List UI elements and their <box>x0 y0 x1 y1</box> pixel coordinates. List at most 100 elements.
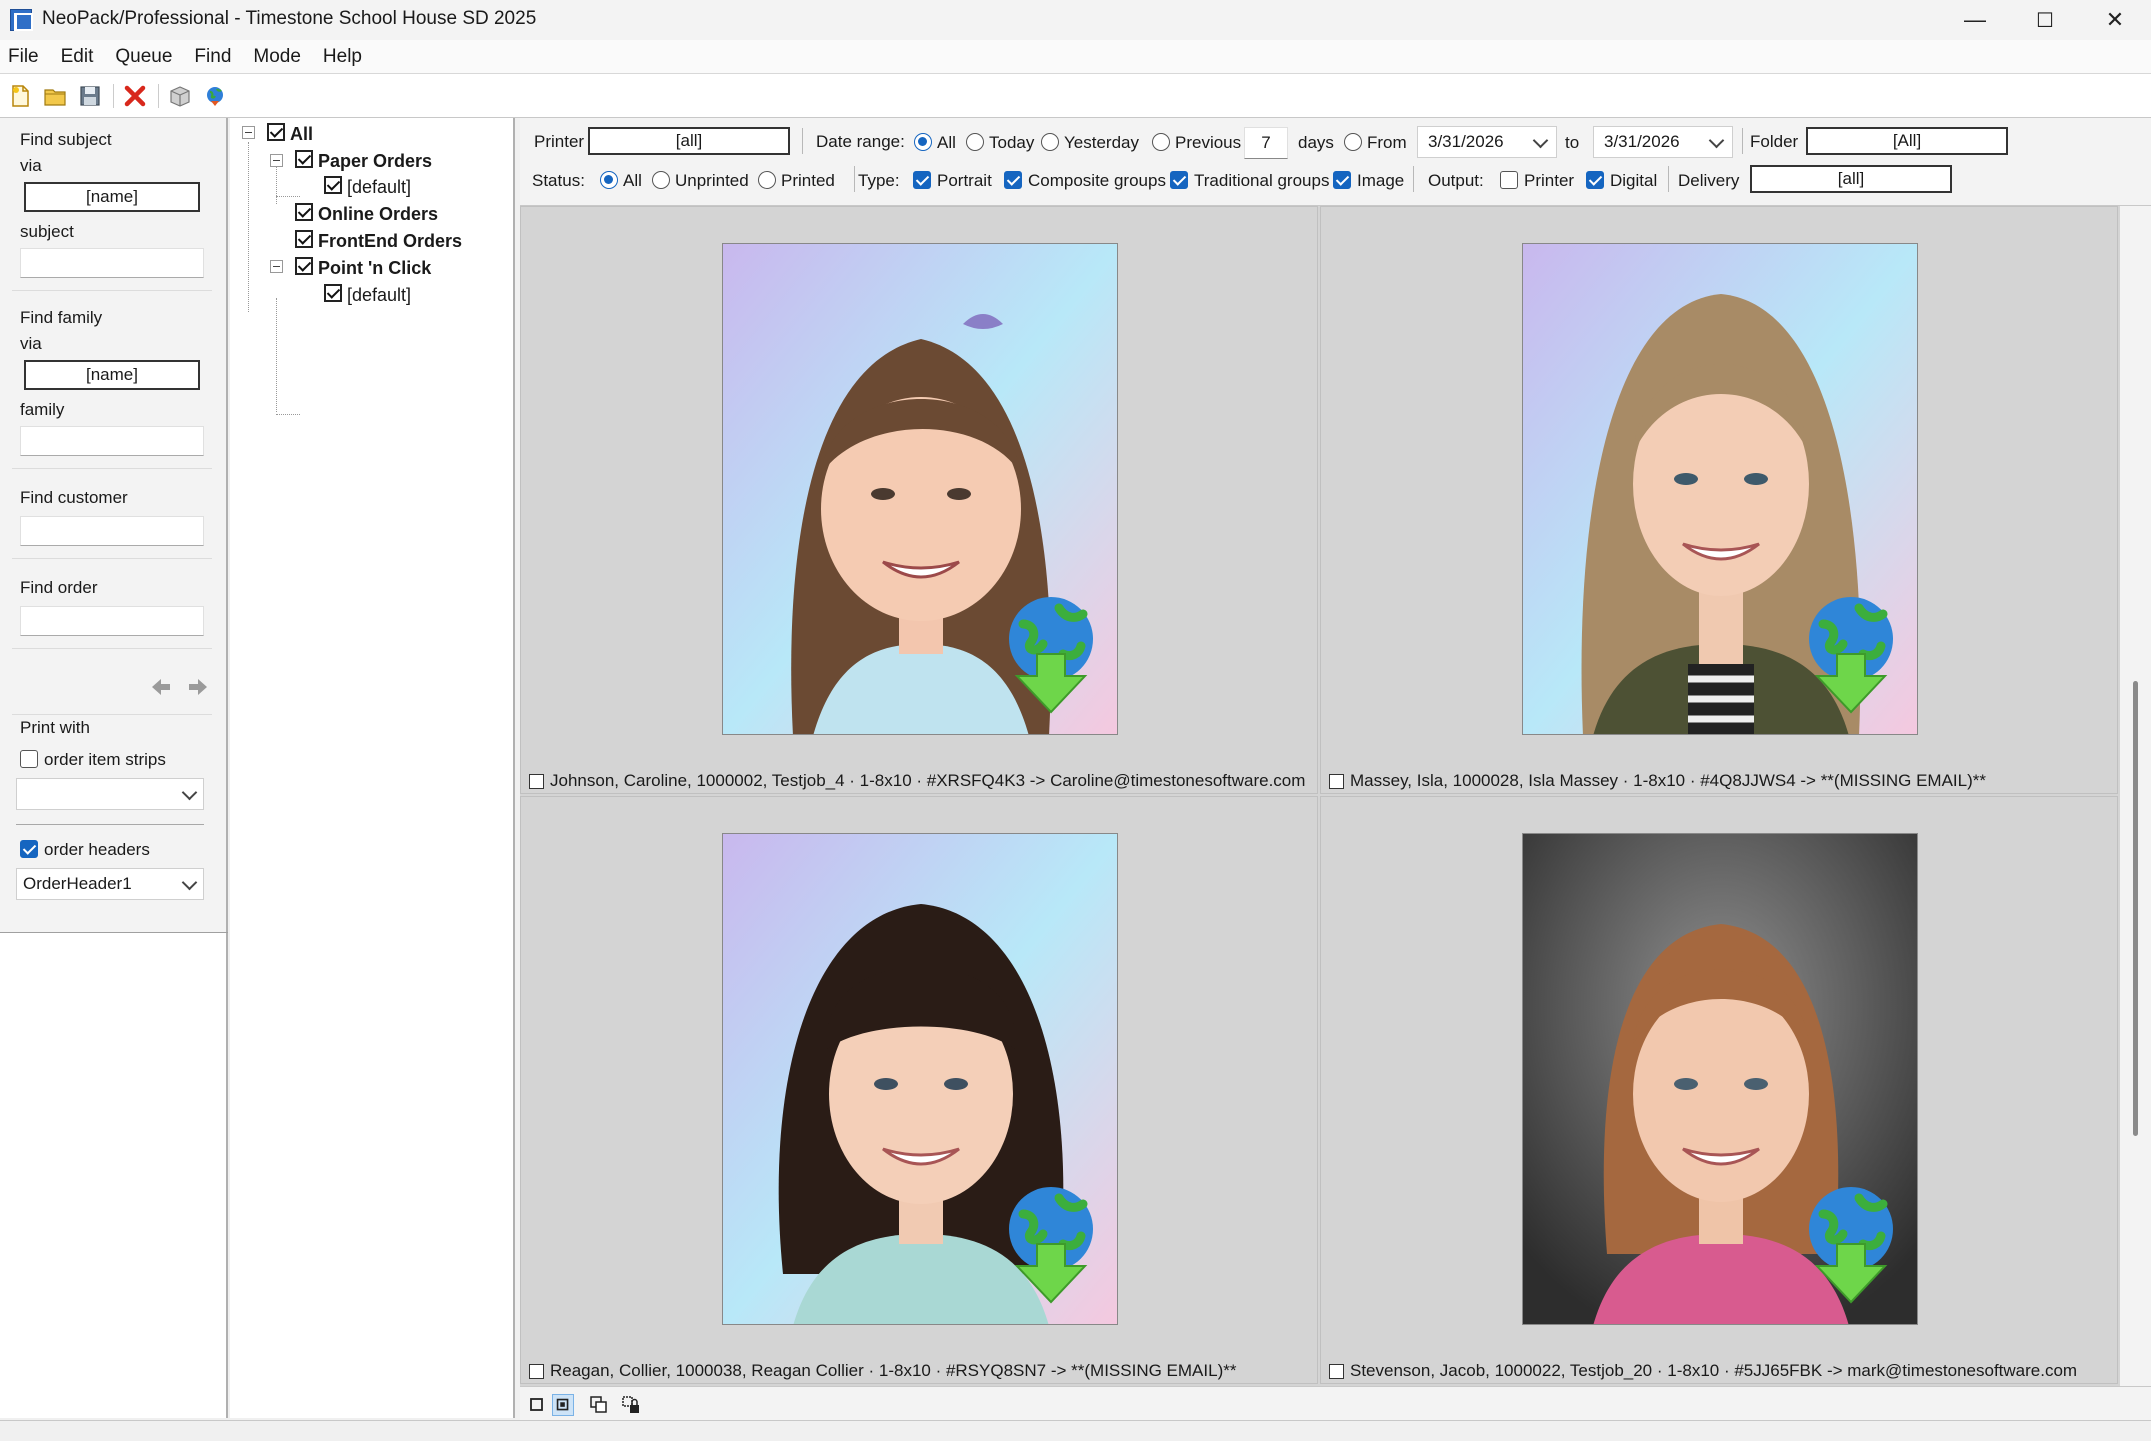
tree-checkbox-frontend-orders[interactable] <box>295 230 313 248</box>
date-previous-radio[interactable] <box>1152 133 1170 151</box>
minimize-button[interactable]: — <box>1940 0 2010 40</box>
output-printer-checkbox[interactable] <box>1500 171 1518 189</box>
order-item-strips-checkbox[interactable] <box>20 750 38 768</box>
portrait-thumbnail[interactable] <box>722 833 1118 1325</box>
menu-queue[interactable]: Queue <box>115 46 172 68</box>
single-view-icon[interactable] <box>526 1394 548 1416</box>
order-headers-label: order headers <box>44 840 150 859</box>
globe-upload-icon[interactable] <box>203 84 227 108</box>
to-date-value: 3/31/2026 <box>1604 132 1680 151</box>
order-select-checkbox[interactable] <box>529 1363 544 1379</box>
output-digital-checkbox[interactable] <box>1586 171 1604 189</box>
status-printed-radio[interactable] <box>758 171 776 189</box>
tree-checkbox-paper-orders[interactable] <box>295 150 313 168</box>
tree-checkbox-paper-default[interactable] <box>324 176 342 194</box>
portrait-thumbnail[interactable] <box>1522 243 1918 735</box>
date-yesterday-radio[interactable] <box>1041 133 1059 151</box>
delete-icon[interactable] <box>123 84 147 108</box>
date-range-label: Date range: <box>816 132 905 151</box>
order-caption: Reagan, Collier, 1000038, Reagan Collier… <box>529 1361 1236 1381</box>
tree-item-online-orders[interactable]: Online Orders <box>318 204 438 225</box>
to-date-picker[interactable]: 3/31/2026 <box>1593 126 1733 158</box>
date-yesterday-label: Yesterday <box>1064 133 1139 152</box>
tree-collapse-all[interactable] <box>242 126 255 139</box>
tree-collapse-point-n-click[interactable] <box>270 260 283 273</box>
new-icon[interactable] <box>8 84 32 108</box>
menu-file[interactable]: File <box>8 46 39 68</box>
locked-view-icon[interactable] <box>620 1394 642 1416</box>
order-item-strips-label: order item strips <box>44 750 166 769</box>
order-select-checkbox[interactable] <box>529 773 544 789</box>
scrollbar-thumb[interactable] <box>2133 681 2138 1136</box>
order-input[interactable] <box>20 606 204 636</box>
search-panel: Find subject via [name] subject Find fam… <box>0 118 228 1418</box>
menu-find[interactable]: Find <box>194 46 231 68</box>
chevron-down-icon <box>1708 132 1725 149</box>
app-icon <box>10 9 33 31</box>
order-cell[interactable]: Johnson, Caroline, 1000002, Testjob_4 · … <box>520 206 1318 794</box>
tree-item-frontend-orders[interactable]: FrontEnd Orders <box>318 231 462 252</box>
previous-days-input[interactable]: 7 <box>1244 127 1288 159</box>
type-portrait-checkbox[interactable] <box>913 171 931 189</box>
tree-item-point-default[interactable]: [default] <box>347 285 411 306</box>
save-icon[interactable] <box>78 84 102 108</box>
tree-checkbox-point-n-click[interactable] <box>295 257 313 275</box>
subject-via-field[interactable]: [name] <box>24 182 200 212</box>
order-headers-checkbox[interactable] <box>20 840 38 858</box>
type-image-checkbox[interactable] <box>1333 171 1351 189</box>
open-folder-icon[interactable] <box>43 84 67 108</box>
download-globe-icon <box>1009 597 1093 714</box>
date-today-radio[interactable] <box>966 133 984 151</box>
menu-mode[interactable]: Mode <box>253 46 301 68</box>
close-button[interactable]: ✕ <box>2080 0 2150 40</box>
previous-arrow-icon[interactable] <box>150 676 172 698</box>
package-icon[interactable] <box>168 84 192 108</box>
tree-checkbox-all[interactable] <box>267 123 285 141</box>
order-cell[interactable]: Reagan, Collier, 1000038, Reagan Collier… <box>520 796 1318 1384</box>
status-all-radio[interactable] <box>600 171 618 189</box>
portrait-thumbnail[interactable] <box>722 243 1118 735</box>
status-unprinted-radio[interactable] <box>652 171 670 189</box>
subject-input[interactable] <box>20 248 204 278</box>
order-caption: Johnson, Caroline, 1000002, Testjob_4 · … <box>529 771 1305 791</box>
toolbar-divider <box>113 84 114 108</box>
menu-edit[interactable]: Edit <box>61 46 94 68</box>
date-all-radio[interactable] <box>914 133 932 151</box>
grid-scrollbar[interactable] <box>2120 206 2151 1386</box>
grid-view-icon[interactable] <box>552 1394 574 1416</box>
from-date-picker[interactable]: 3/31/2026 <box>1417 126 1557 158</box>
tree-item-point-n-click[interactable]: Point 'n Click <box>318 258 431 279</box>
multi-view-icon[interactable] <box>588 1394 610 1416</box>
status-bar <box>0 1420 2151 1441</box>
delivery-filter-field[interactable]: [all] <box>1750 165 1952 193</box>
type-traditional-checkbox[interactable] <box>1170 171 1188 189</box>
family-input[interactable] <box>20 426 204 456</box>
type-composite-checkbox[interactable] <box>1004 171 1022 189</box>
maximize-button[interactable]: ☐ <box>2010 0 2080 40</box>
next-arrow-icon[interactable] <box>187 676 209 698</box>
filter-divider <box>1668 166 1669 192</box>
tree-line <box>276 164 277 204</box>
download-globe-icon <box>1809 597 1893 714</box>
printer-filter-field[interactable]: [all] <box>588 127 790 155</box>
menu-help[interactable]: Help <box>323 46 362 68</box>
family-via-field[interactable]: [name] <box>24 360 200 390</box>
tree-collapse-paper-orders[interactable] <box>270 154 283 167</box>
tree-item-paper-default[interactable]: [default] <box>347 177 411 198</box>
strips-select[interactable] <box>16 778 204 810</box>
type-image-label: Image <box>1357 171 1405 190</box>
tree-checkbox-online-orders[interactable] <box>295 203 313 221</box>
tree-item-paper-orders[interactable]: Paper Orders <box>318 151 432 172</box>
portrait-thumbnail[interactable] <box>1522 833 1918 1325</box>
order-select-checkbox[interactable] <box>1329 773 1344 789</box>
tree-item-all[interactable]: All <box>290 124 313 145</box>
date-from-radio[interactable] <box>1344 133 1362 151</box>
customer-input[interactable] <box>20 516 204 546</box>
order-cell[interactable]: Stevenson, Jacob, 1000022, Testjob_20 · … <box>1320 796 2118 1384</box>
order-select-checkbox[interactable] <box>1329 1363 1344 1379</box>
tree-checkbox-point-default[interactable] <box>324 284 342 302</box>
order-cell[interactable]: Massey, Isla, 1000028, Isla Massey · 1-8… <box>1320 206 2118 794</box>
group-divider <box>16 824 204 825</box>
folder-filter-field[interactable]: [All] <box>1806 127 2008 155</box>
headers-select[interactable]: OrderHeader1 <box>16 868 204 900</box>
